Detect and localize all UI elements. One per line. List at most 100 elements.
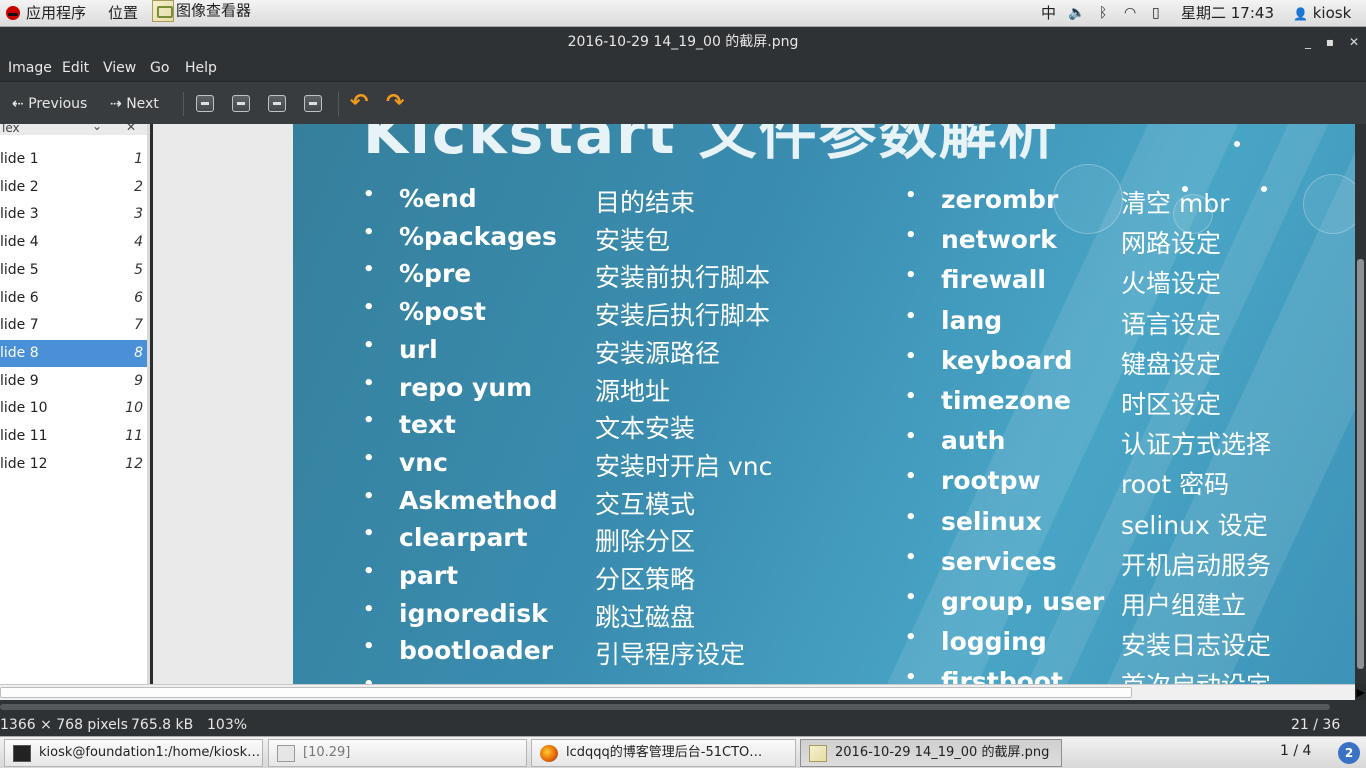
- maximize-button[interactable]: ▪: [1320, 33, 1340, 51]
- image-viewport[interactable]: Kickstart 文件参数解析 • %end 目的结束 • %packages 安装包 •…: [153, 124, 1355, 684]
- input-method-indicator[interactable]: 中: [1041, 3, 1056, 24]
- slide-number: 6: [134, 289, 143, 306]
- parameter-description: 安装日志设定: [1121, 631, 1272, 661]
- terminal-icon: [13, 745, 31, 762]
- bluetooth-icon[interactable]: ᛒ: [1099, 3, 1107, 24]
- bullet-icon: •: [905, 185, 917, 206]
- bullet-icon: •: [905, 305, 917, 327]
- bullet-icon: •: [905, 386, 917, 407]
- parameter-key: %pre: [399, 259, 472, 289]
- clock[interactable]: 星期二 17:43: [1181, 3, 1274, 24]
- parameter-description: root 密码: [1121, 470, 1230, 500]
- parameter-description: 安装前执行脚本: [595, 263, 771, 293]
- firefox-icon: [540, 745, 558, 762]
- task-firefox[interactable]: lcdqqq的博客管理后台-51CTO…: [531, 739, 796, 767]
- volume-icon[interactable]: 🔈: [1068, 3, 1085, 24]
- horizontal-scroll-thumb[interactable]: [0, 687, 1132, 698]
- slide-list-item[interactable]: lide 6 6: [0, 285, 147, 312]
- applications-menu[interactable]: 应用程序: [6, 3, 86, 24]
- normal-size-icon[interactable]: [268, 95, 286, 112]
- image-position: 21 / 36: [1291, 717, 1341, 733]
- close-button[interactable]: ✕: [1344, 33, 1364, 51]
- user-menu[interactable]: 👤 kiosk: [1293, 3, 1351, 24]
- slide-label: lide 8: [0, 344, 39, 361]
- menu-go[interactable]: Go: [150, 60, 169, 76]
- slide-image: Kickstart 文件参数解析 • %end 目的结束 • %packages 安装包 •…: [293, 124, 1355, 684]
- previous-button[interactable]: ⇠ Previous: [12, 94, 87, 114]
- arrow-right-icon: ⇢: [110, 96, 122, 112]
- minimize-button[interactable]: _: [1298, 33, 1318, 51]
- battery-icon[interactable]: ▯: [1152, 3, 1160, 24]
- zoom-in-icon[interactable]: [196, 95, 214, 112]
- window-title: 2016-10-29 14_19_00 的截屏.png: [567, 34, 799, 50]
- rotate-right-icon[interactable]: ↷: [386, 90, 404, 115]
- slide-label: lide 3: [0, 206, 39, 223]
- slide-list-item[interactable]: lide 3 3: [0, 201, 147, 228]
- task-terminal[interactable]: kiosk@foundation1:/home/kiosk…: [4, 739, 263, 767]
- applications-label: 应用程序: [26, 4, 87, 22]
- menu-help[interactable]: Help: [185, 60, 217, 76]
- slide-number: 8: [134, 344, 143, 361]
- app-menu[interactable]: 图像查看器: [152, 0, 251, 22]
- slide-number: 5: [134, 261, 143, 278]
- workspace-switcher[interactable]: 1 / 4: [1280, 743, 1311, 759]
- slide-list-item[interactable]: lide 2 2: [0, 174, 147, 201]
- parameter-key: selinux: [941, 506, 1042, 536]
- notification-badge[interactable]: 2: [1338, 742, 1360, 764]
- slide-list-item[interactable]: lide 11 11: [0, 423, 147, 450]
- places-menu[interactable]: 位置: [108, 3, 138, 24]
- parameter-key: ignoredisk: [399, 598, 548, 628]
- next-button[interactable]: ⇢ Next: [110, 94, 159, 114]
- slide-list-item[interactable]: lide 1 1: [0, 146, 147, 173]
- parameter-description: 时区设定: [1121, 390, 1222, 419]
- parameter-description: 火墙设定: [1121, 269, 1222, 299]
- wifi-icon[interactable]: ◠: [1124, 3, 1136, 24]
- slide-list-item[interactable]: lide 4 4: [0, 229, 147, 256]
- parameter-description: 删除分区: [595, 527, 696, 557]
- menu-image[interactable]: Image: [8, 60, 52, 76]
- slide-list-item[interactable]: lide 8 8: [0, 339, 147, 367]
- horizontal-scrollbar[interactable]: ▶: [0, 684, 1365, 700]
- bullet-icon: •: [363, 674, 375, 684]
- slide-label: lide 7: [0, 317, 39, 334]
- parameter-key: clearpart: [399, 523, 528, 553]
- zoom-out-icon[interactable]: [232, 95, 250, 112]
- slide-list-item[interactable]: lide 7 7: [0, 312, 147, 339]
- slide-number: 12: [125, 455, 143, 472]
- task-window[interactable]: [10.29]: [268, 739, 527, 767]
- slide-label: lide 11: [0, 428, 48, 444]
- slide-number: 2: [134, 178, 143, 195]
- toolbar-separator: [183, 92, 184, 116]
- parameter-description: 安装后执行脚本: [595, 301, 771, 331]
- bullet-icon: •: [905, 345, 917, 367]
- scroll-right-icon[interactable]: ▶: [1357, 686, 1365, 699]
- vertical-scrollbar[interactable]: [1355, 124, 1366, 684]
- parameter-description: 首次启动设定: [1121, 666, 1271, 684]
- user-icon: 👤: [1293, 7, 1308, 21]
- slide-list-item[interactable]: lide 10 10: [0, 395, 147, 422]
- bullet-icon: •: [363, 636, 375, 658]
- best-fit-icon[interactable]: [304, 95, 322, 112]
- menu-edit[interactable]: Edit: [62, 60, 89, 76]
- chevron-down-icon[interactable]: ⌄: [92, 124, 102, 133]
- menu-view[interactable]: View: [103, 60, 136, 76]
- close-icon[interactable]: ✕: [126, 124, 136, 134]
- slide-list-item[interactable]: lide 9 9: [0, 368, 147, 395]
- parameter-description: 跳过磁盘: [595, 602, 696, 632]
- task-image-viewer[interactable]: 2016-10-29 14_19_00 的截屏.png: [800, 739, 1062, 767]
- bullet-icon: •: [905, 667, 917, 684]
- parameter-key: Askmethod: [399, 485, 558, 515]
- parameter-key: group, user: [941, 587, 1105, 616]
- bullet-icon: •: [363, 523, 375, 545]
- menu-bar: Image Edit View Go Help: [0, 57, 1366, 81]
- rotate-left-icon[interactable]: ↶: [350, 90, 368, 115]
- decor-bokeh: [1053, 164, 1123, 234]
- window-titlebar[interactable]: 2016-10-29 14_19_00 的截屏.png _ ▪ ✕: [0, 27, 1366, 57]
- slide-list-item[interactable]: lide 12 12: [0, 451, 147, 478]
- slide-list-item[interactable]: lide 5 5: [0, 257, 147, 284]
- parameter-key: timezone: [941, 386, 1072, 415]
- bullet-icon: •: [363, 297, 375, 319]
- vertical-scroll-thumb[interactable]: [1357, 259, 1364, 669]
- progress-track: [0, 700, 1366, 714]
- parameter-key: bootloader: [399, 636, 553, 666]
